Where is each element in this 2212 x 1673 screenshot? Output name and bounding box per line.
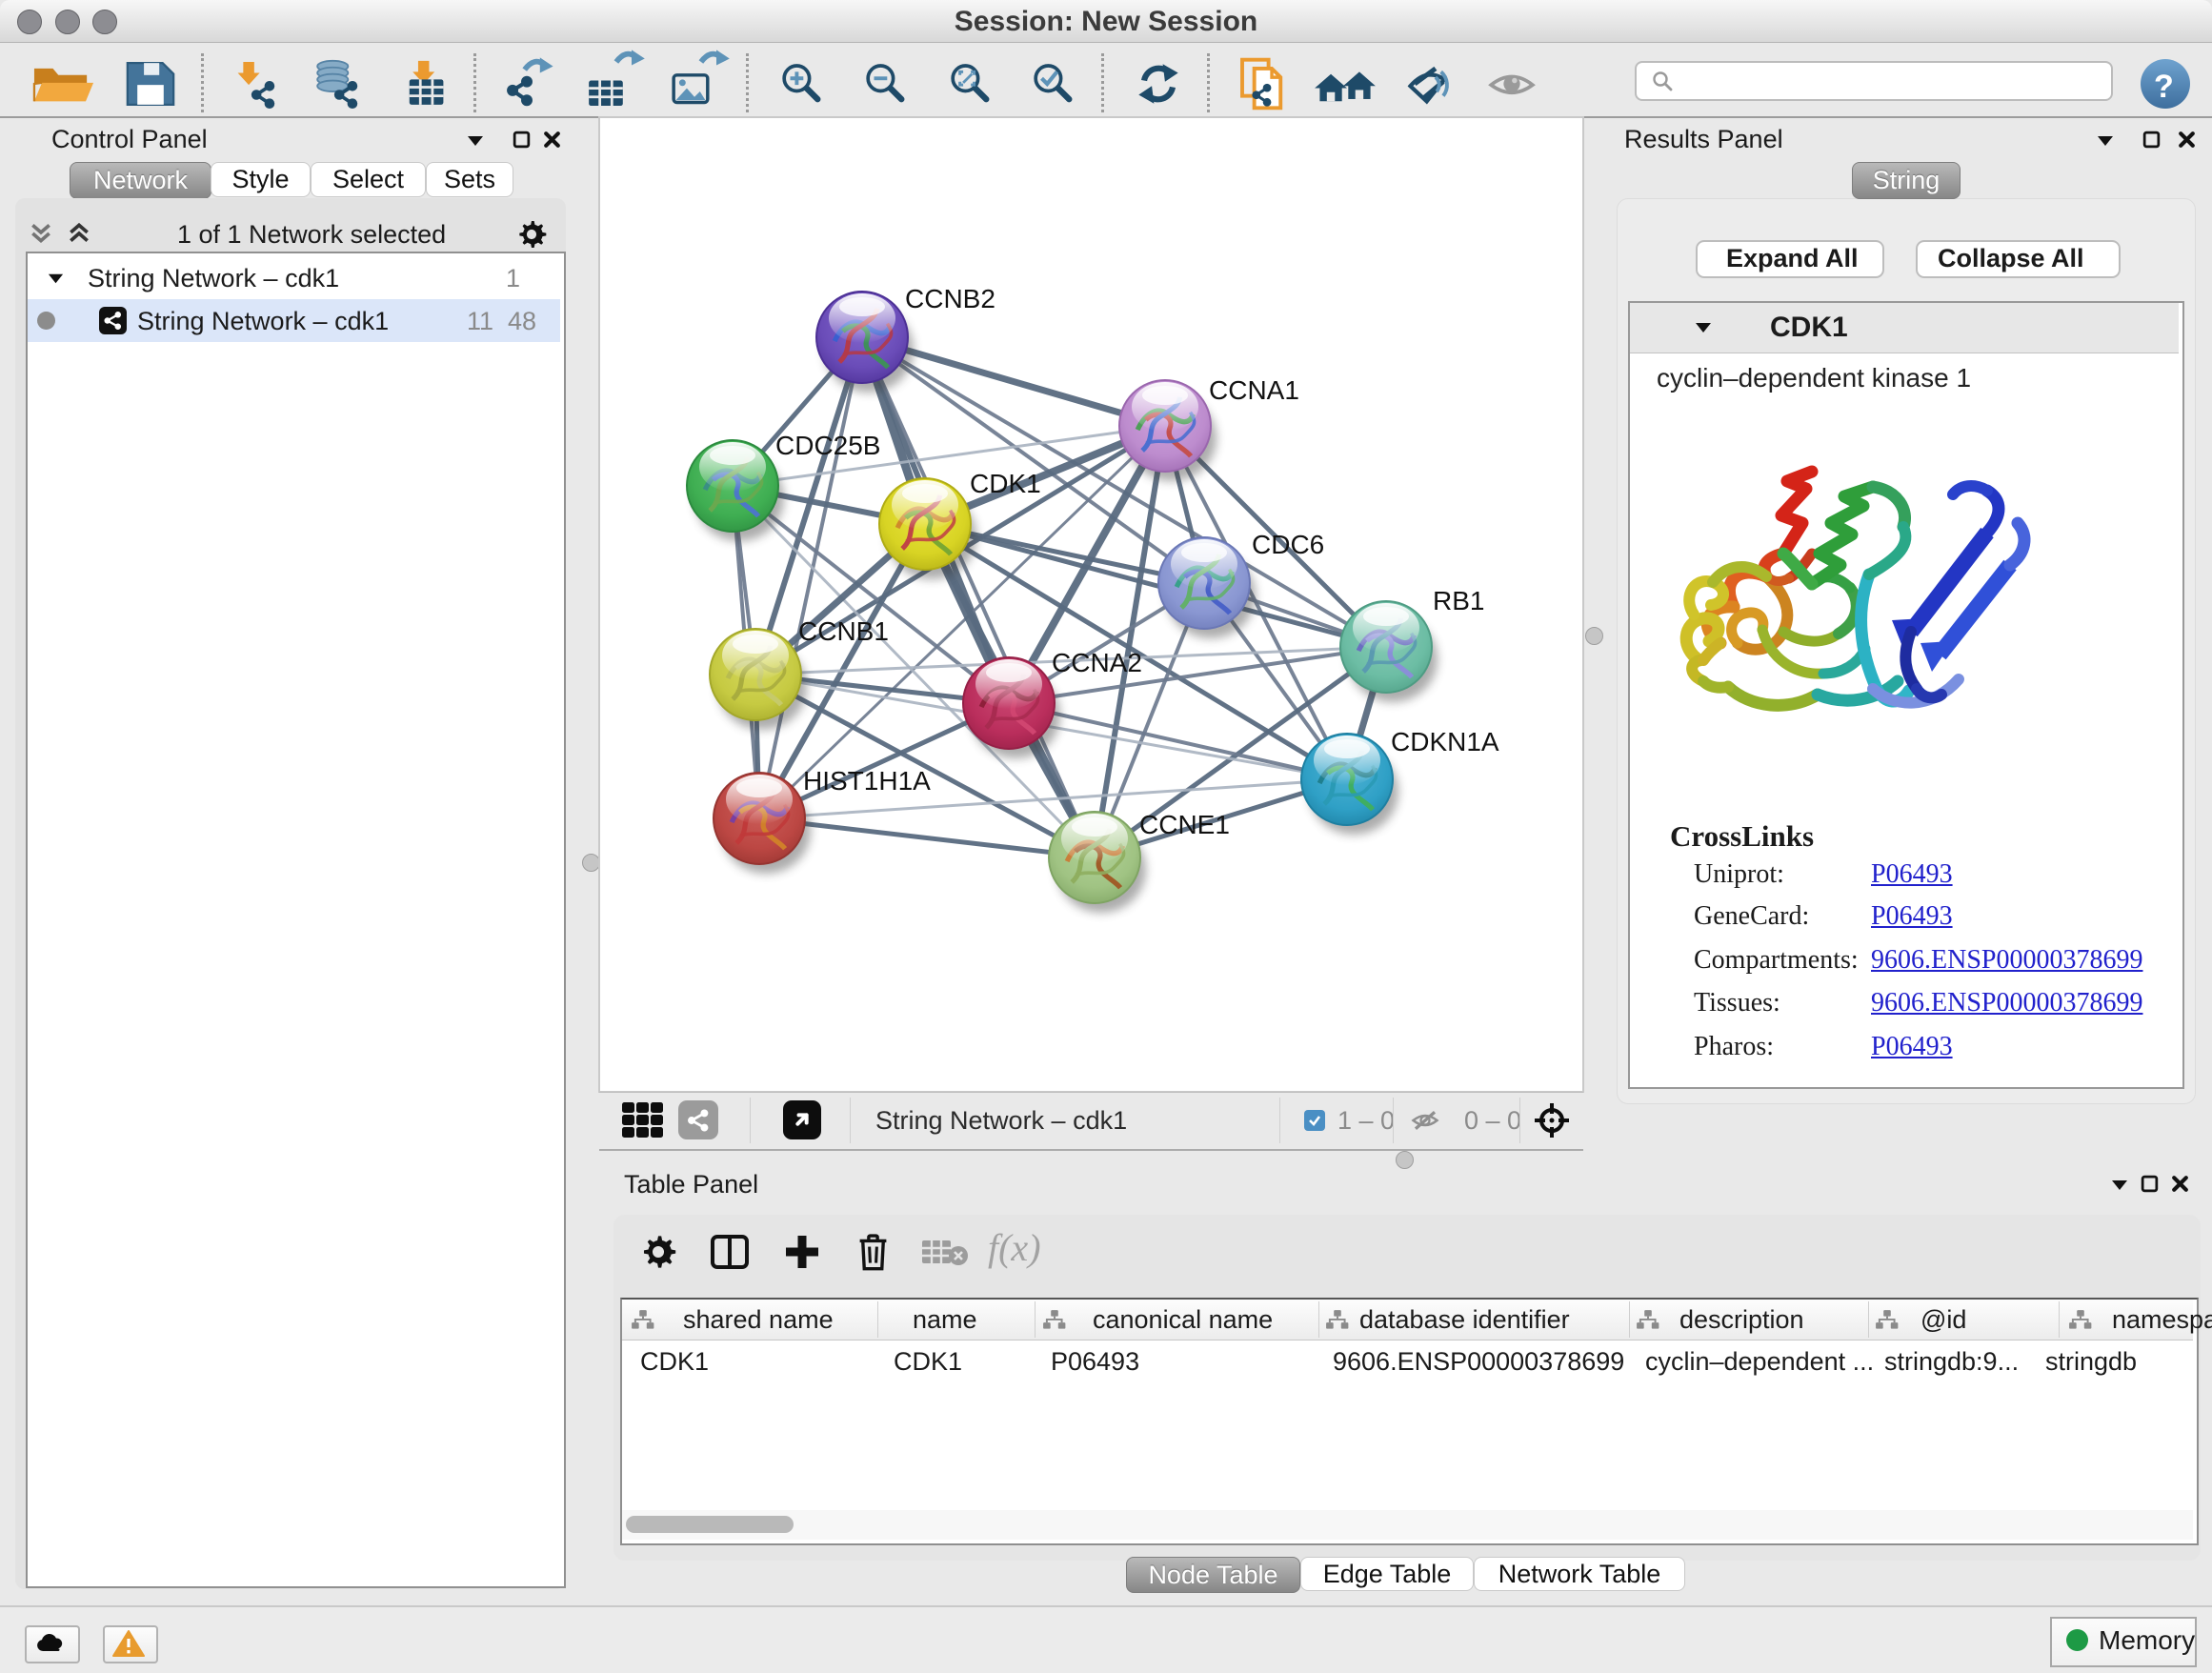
- svg-text:CCNB2: CCNB2: [905, 284, 995, 313]
- svg-text:CCNA2: CCNA2: [1052, 648, 1142, 677]
- svg-text:CDC6: CDC6: [1252, 530, 1324, 559]
- svg-text:CDK1: CDK1: [970, 469, 1041, 498]
- svg-text:CDKN1A: CDKN1A: [1391, 727, 1499, 756]
- svg-text:HIST1H1A: HIST1H1A: [803, 766, 931, 796]
- svg-text:CCNE1: CCNE1: [1139, 810, 1230, 839]
- svg-text:RB1: RB1: [1433, 586, 1484, 615]
- svg-text:CDC25B: CDC25B: [775, 431, 880, 460]
- svg-text:CCNA1: CCNA1: [1209, 375, 1299, 405]
- svg-text:CCNB1: CCNB1: [798, 616, 889, 646]
